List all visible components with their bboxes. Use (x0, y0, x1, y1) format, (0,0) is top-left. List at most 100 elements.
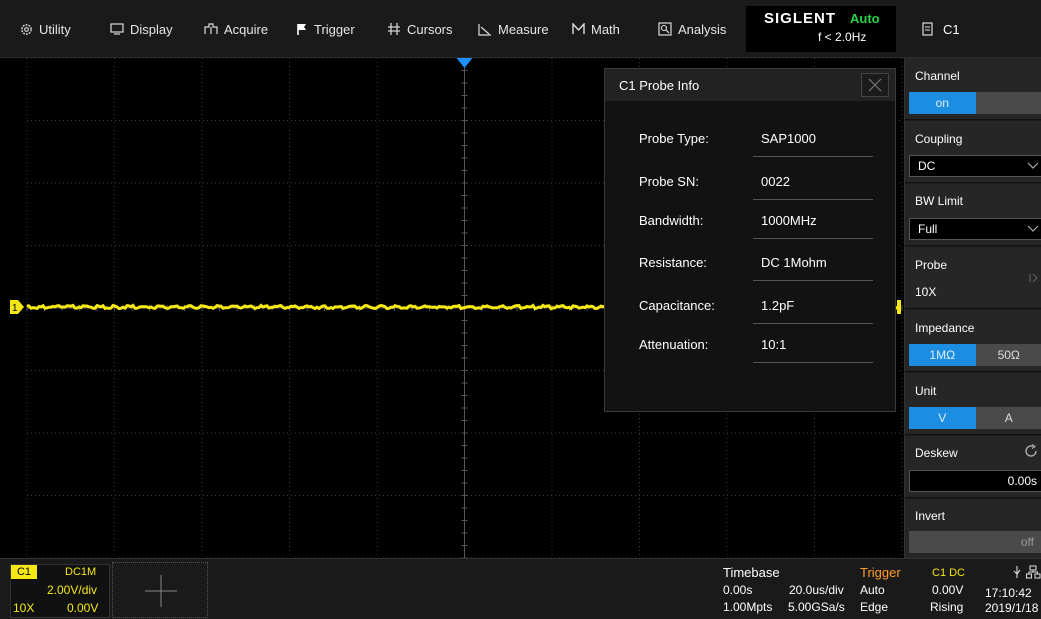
coupling-value: DC (918, 159, 936, 173)
probe-info-dialog: C1 Probe Info Probe Type: SAP1000 Probe … (604, 68, 896, 412)
c1-channel-box[interactable]: C1 DC1M 2.00V/div 10X 0.00V (10, 564, 110, 618)
row-divider (753, 199, 873, 200)
probe-row-key: Probe SN: (639, 174, 699, 189)
impedance-1m-option[interactable]: 1MΩ (909, 344, 976, 366)
monitor-icon (110, 23, 124, 35)
channel-toggle[interactable]: on (909, 92, 1041, 114)
c1-offset: 0.00V (67, 601, 99, 615)
probe-row-value: SAP1000 (761, 131, 816, 146)
probe-row-key: Bandwidth: (639, 213, 704, 228)
trigger-label[interactable]: Trigger (860, 565, 901, 580)
trigger-mode-status: Auto (850, 11, 880, 26)
math-icon (572, 23, 585, 34)
probe-row: Probe Type: SAP1000 (635, 131, 873, 157)
unit-toggle[interactable]: V A (909, 407, 1041, 429)
coupling-section[interactable]: Coupling DC (905, 121, 1041, 183)
unit-a-option[interactable]: A (975, 407, 1041, 429)
probe-row: Attenuation: 10:1 (635, 337, 873, 363)
unit-v-option[interactable]: V (909, 407, 976, 429)
timebase-label[interactable]: Timebase (723, 565, 780, 580)
probe-row-value: 0022 (761, 174, 790, 189)
channel-section[interactable]: Channel on (905, 58, 1041, 120)
status-panel: SIGLENT Auto f < 2.0Hz (746, 6, 896, 52)
menu-acquire[interactable]: Acquire (204, 0, 268, 58)
menu-math[interactable]: Math (572, 0, 620, 58)
trigger-mode: Auto (860, 583, 885, 597)
row-divider (753, 280, 873, 281)
c1-tag: C1 (11, 565, 37, 579)
probe-label: Probe (915, 258, 948, 272)
menu-trigger-label: Trigger (314, 21, 355, 37)
probe-row: Resistance: DC 1Mohm (635, 255, 873, 281)
trigger-source: C1 DC (932, 567, 966, 579)
brand-logo: SIGLENT (764, 10, 837, 27)
dialog-close-button[interactable] (861, 73, 889, 97)
impedance-label: Impedance (915, 321, 975, 335)
c1-probe: 10X (13, 601, 35, 615)
trigger-type: Edge (860, 600, 889, 614)
coupling-label: Coupling (915, 132, 963, 146)
channel-selector[interactable]: C1 (906, 0, 1041, 58)
menu-analysis[interactable]: Analysis (658, 0, 726, 58)
menu-analysis-label: Analysis (678, 21, 727, 37)
unit-label: Unit (915, 384, 937, 398)
trigger-slope: Rising (930, 600, 964, 614)
probe-row-key: Resistance: (639, 255, 707, 270)
measure-icon (478, 23, 491, 36)
row-divider (753, 323, 873, 324)
deskew-value: 0.00s (1007, 474, 1037, 488)
coupling-select[interactable]: DC (909, 155, 1041, 177)
add-channel-icon (145, 575, 177, 607)
menu-cursors[interactable]: Cursors (387, 0, 453, 58)
timebase-delay: 0.00s (723, 583, 753, 597)
impedance-section[interactable]: Impedance 1MΩ 50Ω (905, 310, 1041, 372)
menu-utility[interactable]: Utility (20, 0, 71, 58)
invert-toggle[interactable]: off (909, 531, 1041, 553)
row-divider (753, 156, 873, 157)
probe-row-key: Capacitance: (639, 298, 715, 313)
probe-row: Capacitance: 1.2pF (635, 298, 873, 324)
menu-measure[interactable]: Measure (478, 0, 549, 58)
channel-settings-panel: Channel on Coupling DC BW Limit Full Pro… (904, 58, 1041, 558)
clock-time: 17:10:42 (985, 586, 1032, 600)
channel-off-option[interactable] (975, 92, 1041, 114)
gear-icon (21, 23, 32, 35)
bw-limit-section[interactable]: BW Limit Full (905, 184, 1041, 246)
chevron-down-icon (1027, 162, 1039, 169)
deskew-input[interactable]: 0.00s (909, 470, 1041, 492)
c1-level-marker-label: 1 (12, 303, 18, 314)
bw-limit-select[interactable]: Full (909, 218, 1041, 240)
probe-row-key: Probe Type: (639, 131, 709, 146)
trigger-level-marker (897, 300, 901, 314)
probe-row: Bandwidth: 1000MHz (635, 213, 873, 239)
deskew-label: Deskew (915, 446, 958, 460)
top-menu-bar: Utility Display Acquire Trigger Cursors … (0, 0, 1041, 58)
trigger-level: 0.00V (932, 583, 964, 597)
acquire-icon (204, 23, 218, 34)
unit-section[interactable]: Unit V A (905, 373, 1041, 435)
invert-off-option[interactable]: off (971, 531, 1041, 553)
cursors-icon (388, 23, 400, 35)
menu-display[interactable]: Display (110, 0, 173, 58)
bw-limit-label: BW Limit (915, 194, 963, 208)
chevron-right-icon (1029, 273, 1038, 283)
channel-selector-label: C1 (943, 21, 960, 37)
impedance-toggle[interactable]: 1MΩ 50Ω (909, 344, 1041, 366)
usb-icon (1013, 566, 1021, 578)
menu-display-label: Display (130, 21, 173, 37)
deskew-section[interactable]: Deskew 0.00s (905, 436, 1041, 498)
impedance-50-option[interactable]: 50Ω (975, 344, 1041, 366)
probe-row-key: Attenuation: (639, 337, 709, 352)
invert-on-option[interactable] (909, 531, 972, 553)
menu-math-label: Math (591, 21, 620, 37)
probe-section[interactable]: Probe 10X (905, 247, 1041, 309)
channel-label: Channel (915, 69, 960, 83)
close-icon (868, 78, 882, 92)
channel-on-option[interactable]: on (909, 92, 976, 114)
invert-section[interactable]: Invert off (905, 499, 1041, 558)
network-icon (1026, 565, 1041, 579)
trigger-position-marker (456, 58, 473, 68)
mini-channel-slot[interactable] (112, 562, 208, 618)
menu-trigger[interactable]: Trigger (296, 0, 355, 58)
menu-cursors-label: Cursors (407, 21, 453, 37)
